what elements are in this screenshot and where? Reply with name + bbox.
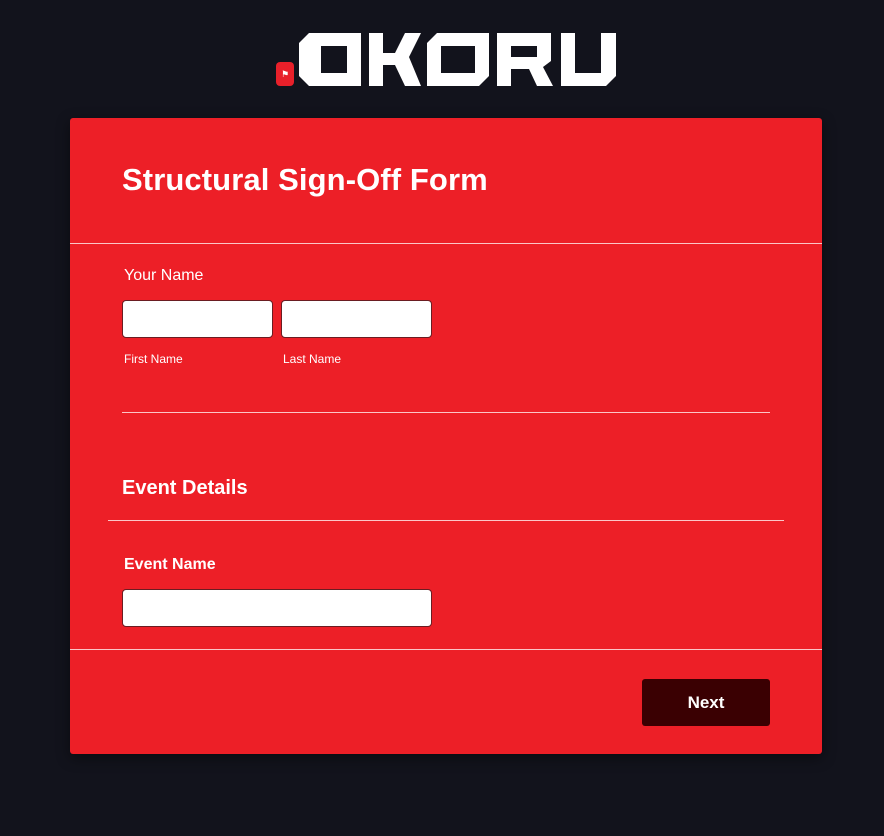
next-button[interactable]: Next (642, 679, 770, 726)
first-name-sublabel: First Name (124, 352, 183, 366)
first-name-input[interactable] (122, 300, 273, 338)
event-name-input[interactable] (122, 589, 432, 627)
event-details-heading: Event Details (122, 477, 248, 499)
header-divider (70, 243, 822, 244)
flag-icon: ⚑ (276, 62, 294, 86)
your-name-label: Your Name (124, 267, 204, 284)
section-divider (108, 520, 784, 521)
form-title: Structural Sign-Off Form (122, 162, 488, 197)
logo-wordmark (299, 33, 616, 86)
last-name-sublabel: Last Name (283, 352, 342, 366)
name-divider (122, 412, 770, 413)
form-card: Structural Sign-Off Form Your Name First… (70, 118, 822, 754)
last-name-input[interactable] (281, 300, 432, 338)
event-name-label: Event Name (124, 556, 216, 573)
footer-divider (70, 649, 822, 650)
brand-logo: ⚑ OKORU (276, 33, 616, 86)
